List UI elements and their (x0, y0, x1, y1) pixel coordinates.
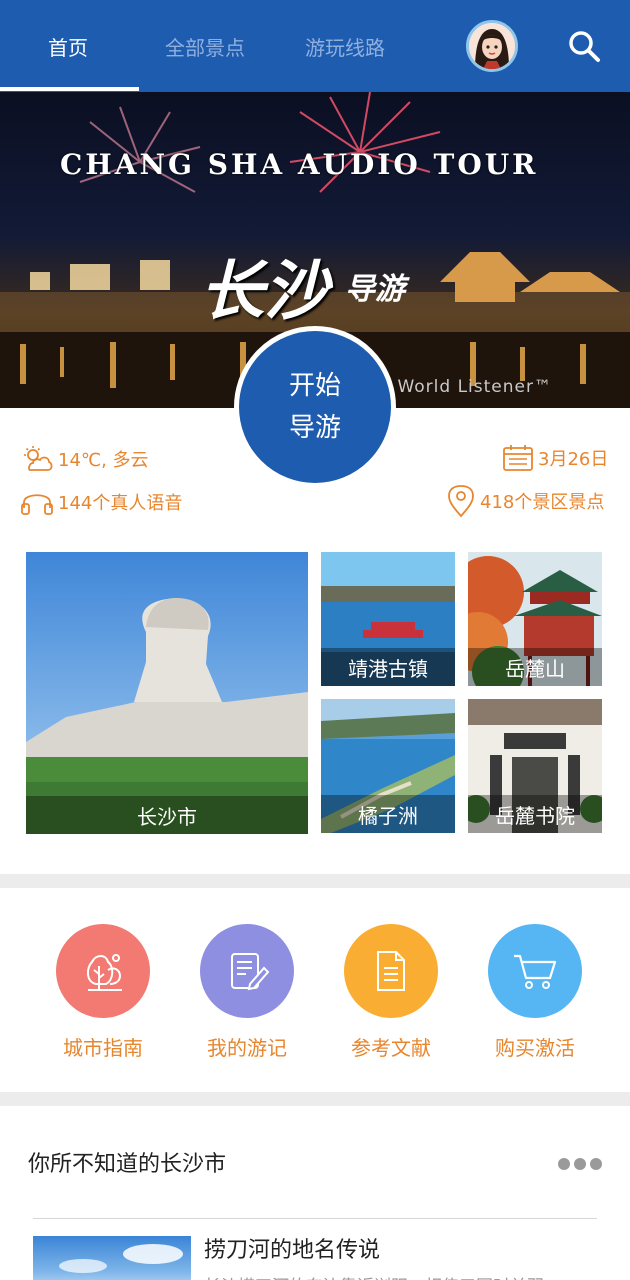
article-thumbnail[interactable] (33, 1236, 191, 1280)
banner-calligraphy-sub: 导游 (345, 272, 405, 307)
feature-menu: 城市指南 我的游记 参考文献 购买激活 (0, 888, 630, 1092)
search-icon[interactable] (566, 28, 602, 64)
start-tour-label-2: 导游 (288, 413, 341, 443)
travel-notes-button[interactable]: 我的游记 (182, 924, 312, 1061)
changsha-statue-image (26, 552, 308, 834)
tile-caption: 岳麓书院 (468, 795, 602, 833)
voice-count-text: 144个真人语音 (58, 493, 183, 514)
avatar[interactable] (466, 20, 518, 72)
references-circle (344, 924, 438, 1018)
location-pin-icon (448, 485, 474, 518)
spot-count-text: 418个景区景点 (480, 492, 605, 513)
city-guide-circle (56, 924, 150, 1018)
tab-routes[interactable]: 游玩线路 (305, 32, 385, 61)
banner-credit: y World Listener™ (380, 377, 552, 397)
tile-caption: 岳麓山 (468, 648, 602, 686)
banner-title: CHANG SHA AUDIO TOUR (60, 148, 539, 181)
tile-caption: 长沙市 (26, 796, 308, 834)
start-tour-button[interactable]: 开始 导游 (234, 326, 396, 488)
articles-section: 你所不知道的长沙市 捞刀河的地名传说 长沙捞刀河的东边靠近浏阳，相传三国时关羽.… (0, 1106, 630, 1280)
avatar-icon (469, 23, 515, 69)
tile-juzizhou[interactable]: 橘子洲 (321, 699, 455, 833)
voice-count-info: 144个真人语音 (20, 488, 182, 516)
top-nav-bar: 首页 全部景点 游玩线路 (0, 0, 630, 92)
section-title: 你所不知道的长沙市 (28, 1152, 227, 1177)
weather-text: 14℃, 多云 (58, 450, 149, 471)
city-guide-label: 城市指南 (63, 1036, 143, 1060)
tile-caption: 橘子洲 (321, 795, 455, 833)
weather-info: 14℃, 多云 (22, 446, 149, 472)
references-button[interactable]: 参考文献 (326, 924, 456, 1061)
tab-all-spots[interactable]: 全部景点 (165, 32, 245, 61)
tile-caption: 靖港古镇 (321, 648, 455, 686)
city-guide-icon (86, 954, 122, 991)
more-dots-icon[interactable] (556, 1156, 604, 1172)
purchase-activate-circle (488, 924, 582, 1018)
section-divider (33, 1218, 597, 1219)
active-tab-indicator (0, 87, 139, 91)
document-icon (377, 951, 405, 991)
tile-yuelushuyuan[interactable]: 岳麓书院 (468, 699, 602, 833)
purchase-activate-label: 购买激活 (495, 1036, 575, 1060)
banner-calligraphy: 长沙 (200, 254, 328, 329)
article-thumbnail-image (59, 1244, 183, 1273)
tab-home[interactable]: 首页 (48, 32, 88, 61)
home-page: 首页 全部景点 游玩线路 CHANG SHA AUDIO TOUR 长沙 导游 … (0, 0, 630, 1280)
article-title[interactable]: 捞刀河的地名传说 (204, 1232, 380, 1264)
spot-count-info: 418个景区景点 (446, 484, 604, 518)
calendar-icon (503, 445, 533, 471)
references-label: 参考文献 (351, 1036, 431, 1060)
purchase-activate-button[interactable]: 购买激活 (470, 924, 600, 1061)
tile-yuelushan[interactable]: 岳麓山 (468, 552, 602, 686)
travel-notes-circle (200, 924, 294, 1018)
headphones-icon (21, 494, 53, 515)
article-description: 长沙捞刀河的东边靠近浏阳，相传三国时关羽... (204, 1272, 560, 1280)
date-text: 3月26日 (538, 449, 609, 470)
start-tour-label-1: 开始 (288, 371, 341, 401)
cart-icon (514, 954, 557, 989)
travel-notes-label: 我的游记 (207, 1036, 287, 1060)
date-info: 3月26日 (502, 444, 608, 472)
travel-notes-icon (231, 953, 270, 991)
tile-jinggang[interactable]: 靖港古镇 (321, 552, 455, 686)
weather-cloud-sun-icon (24, 446, 53, 471)
city-guide-button[interactable]: 城市指南 (38, 924, 168, 1061)
tile-changsha[interactable]: 长沙市 (26, 552, 308, 834)
